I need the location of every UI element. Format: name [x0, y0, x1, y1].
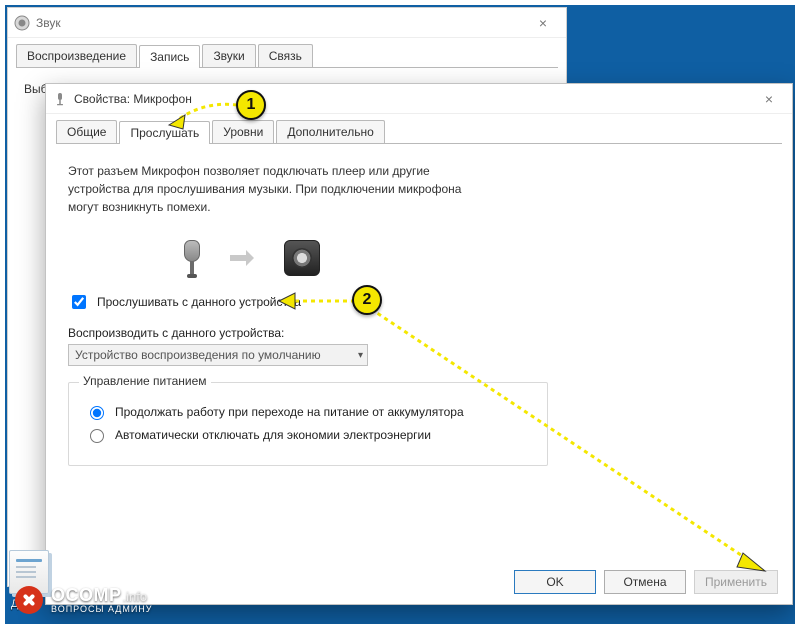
watermark-logo-icon — [15, 586, 43, 614]
apply-button[interactable]: Применить — [694, 570, 778, 594]
arrow-right-icon — [230, 251, 260, 265]
power-radio-2[interactable] — [90, 429, 104, 443]
watermark-suffix: .info — [123, 589, 148, 604]
sound-titlebar: Звук × — [8, 8, 566, 38]
tab-playback[interactable]: Воспроизведение — [16, 44, 137, 67]
sound-close-button[interactable]: × — [526, 15, 560, 31]
watermark-sub: ВОПРОСЫ АДМИНУ — [51, 604, 153, 614]
sound-title: Звук — [36, 16, 526, 30]
mic-large-icon — [178, 238, 206, 278]
screenshot-stage: Звук × Воспроизведение Запись Звуки Связ… — [0, 0, 800, 629]
props-footer: OK Отмена Применить — [514, 570, 778, 594]
props-close-button[interactable]: × — [752, 91, 786, 107]
mic-properties-window: Свойства: Микрофон × Общие Прослушать Ур… — [45, 83, 793, 605]
playback-device-label: Воспроизводить с данного устройства: — [68, 326, 770, 340]
power-radio-auto-off[interactable]: Автоматически отключать для экономии эле… — [85, 426, 531, 443]
speaker-large-icon — [284, 240, 320, 276]
props-title: Свойства: Микрофон — [74, 92, 752, 106]
tab-recording[interactable]: Запись — [139, 45, 200, 68]
watermark-text: OCOMP.info ВОПРОСЫ АДМИНУ — [51, 585, 153, 614]
props-tabs: Общие Прослушать Уровни Дополнительно — [56, 120, 792, 143]
props-titlebar: Свойства: Микрофон × — [46, 84, 792, 114]
power-radio-continue[interactable]: Продолжать работу при переходе на питани… — [85, 403, 531, 420]
playback-device-value: Устройство воспроизведения по умолчанию — [75, 348, 321, 362]
playback-device-combo[interactable]: Устройство воспроизведения по умолчанию … — [68, 344, 368, 366]
tab-sounds[interactable]: Звуки — [202, 44, 255, 67]
listen-illustration — [178, 238, 770, 278]
sound-tabs: Воспроизведение Запись Звуки Связь — [16, 44, 566, 67]
power-radio-1[interactable] — [90, 406, 104, 420]
speaker-small-icon — [14, 15, 30, 31]
listen-description: Этот разъем Микрофон позволяет подключат… — [68, 162, 488, 216]
chevron-down-icon: ▾ — [358, 350, 363, 361]
microphone-icon — [52, 91, 68, 107]
tab-communications[interactable]: Связь — [258, 44, 313, 67]
watermark: OCOMP.info ВОПРОСЫ АДМИНУ — [15, 585, 153, 614]
power-management-group: Управление питанием Продолжать работу пр… — [68, 382, 548, 466]
listen-checkbox-row[interactable]: Прослушивать с данного устройства — [68, 292, 770, 312]
tab-general[interactable]: Общие — [56, 120, 117, 143]
power-radio-1-label: Продолжать работу при переходе на питани… — [115, 405, 464, 419]
tab-listen[interactable]: Прослушать — [119, 121, 210, 144]
ok-button[interactable]: OK — [514, 570, 596, 594]
power-radio-2-label: Автоматически отключать для экономии эле… — [115, 428, 431, 442]
tab-advanced[interactable]: Дополнительно — [276, 120, 384, 143]
power-group-title: Управление питанием — [79, 374, 211, 388]
annotation-marker-1: 1 — [236, 90, 266, 120]
cancel-button[interactable]: Отмена — [604, 570, 686, 594]
listen-checkbox[interactable] — [72, 295, 86, 309]
watermark-brand: OCOMP — [51, 585, 122, 605]
listen-checkbox-label: Прослушивать с данного устройства — [97, 295, 301, 309]
annotation-marker-2: 2 — [352, 285, 382, 315]
tab-levels[interactable]: Уровни — [212, 120, 274, 143]
props-body: Этот разъем Микрофон позволяет подключат… — [46, 144, 792, 466]
